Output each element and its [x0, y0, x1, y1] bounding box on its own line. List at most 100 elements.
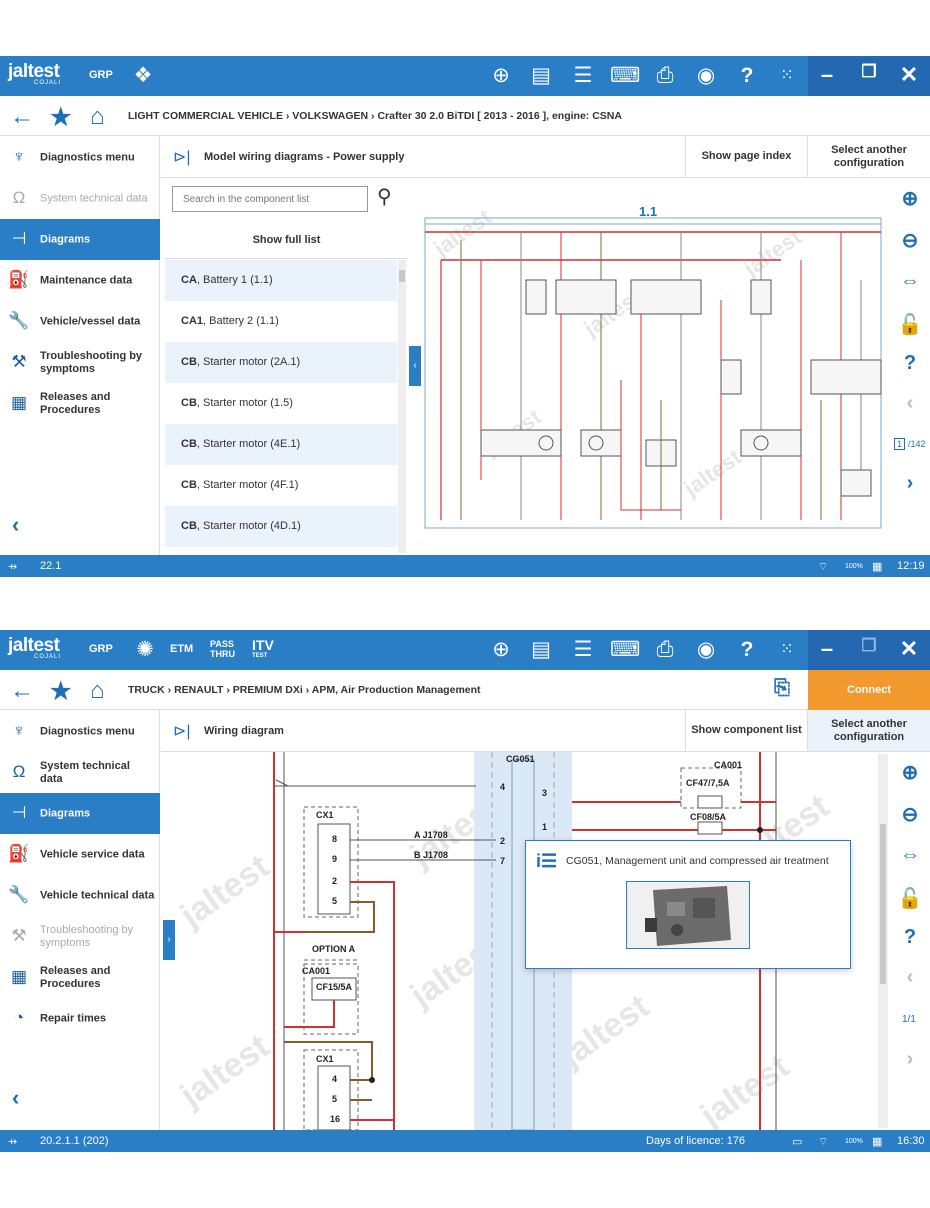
help-icon[interactable]: ?: [732, 63, 762, 89]
sidebar-item-troubleshooting[interactable]: ⚒ Troubleshooting by symptoms: [0, 342, 160, 383]
sidebar-item-system-technical-data[interactable]: Ω System technical data: [0, 752, 160, 793]
list-item[interactable]: CA1, Battery 2 (1.1): [165, 301, 397, 342]
collapse-sidebar-chevron-icon[interactable]: ‹: [12, 512, 19, 538]
sidebar-item-releases[interactable]: ▦ Releases and Procedures: [0, 383, 160, 424]
sidebar-item-releases[interactable]: ▦ Releases and Procedures: [0, 957, 160, 998]
list-scrollbar[interactable]: [398, 260, 406, 553]
itv-label[interactable]: ITV TEST: [252, 637, 274, 659]
keyboard-icon[interactable]: ⌨: [610, 637, 640, 663]
unlock-icon[interactable]: 🔓: [890, 886, 930, 911]
document-search-icon[interactable]: ▤: [526, 637, 556, 663]
next-page-icon[interactable]: ›: [890, 472, 930, 495]
close-button[interactable]: ✕: [894, 62, 924, 88]
label-ca001-top[interactable]: CA001: [714, 760, 742, 770]
diagram-scrollbar[interactable]: [878, 754, 888, 1128]
grp-label[interactable]: GRP: [89, 69, 113, 81]
zoom-out-icon[interactable]: ⊖: [890, 802, 930, 827]
list-item[interactable]: CB, Starter motor (4F.1): [165, 465, 397, 506]
fit-page-icon[interactable]: ⇔: [890, 270, 930, 293]
sidebar-item-system-technical-data[interactable]: Ω System technical data: [0, 178, 160, 219]
camera-icon[interactable]: ◉: [691, 637, 721, 663]
connector-icon[interactable]: ⎘: [774, 677, 790, 700]
zoom-out-icon[interactable]: ⊖: [890, 228, 930, 253]
select-configuration-button[interactable]: Select another configuration: [807, 136, 930, 177]
restore-button[interactable]: ❐: [854, 62, 884, 82]
sidebar-item-vehicle-data[interactable]: 🔧 Vehicle/vessel data: [0, 301, 160, 342]
printer-icon[interactable]: ⎙: [650, 637, 680, 663]
label-cx1-top[interactable]: CX1: [316, 810, 334, 820]
grp-label[interactable]: GRP: [89, 643, 113, 655]
list-icon[interactable]: ☰: [568, 637, 598, 663]
show-component-list-button[interactable]: Show component list: [685, 710, 807, 751]
restore-button[interactable]: ❐: [854, 636, 884, 656]
next-page-icon[interactable]: ›: [890, 1048, 930, 1071]
back-arrow-icon[interactable]: ←: [10, 103, 34, 131]
pass-thru-label[interactable]: PASS THRU: [210, 639, 235, 659]
etm-label[interactable]: ETM: [170, 643, 193, 655]
fit-page-icon[interactable]: ⇔: [890, 844, 930, 867]
sidebar-item-service-data[interactable]: ⛽ Vehicle service data: [0, 834, 160, 875]
sidebar-item-diagrams[interactable]: ⊣ Diagrams: [0, 793, 160, 834]
zoom-in-icon[interactable]: ⊕: [890, 186, 930, 211]
list-item[interactable]: CA, Battery 1 (1.1): [165, 260, 397, 301]
expand-list-tab[interactable]: ›: [163, 920, 175, 960]
collapse-sidebar-chevron-icon[interactable]: ‹: [12, 1085, 19, 1111]
sidebar-item-troubleshooting[interactable]: ⚒ Troubleshooting by symptoms: [0, 916, 160, 957]
zoom-in-icon[interactable]: ⊕: [890, 760, 930, 785]
minimize-button[interactable]: –: [812, 636, 842, 662]
close-button[interactable]: ✕: [894, 636, 924, 662]
document-search-icon[interactable]: ▤: [526, 63, 556, 89]
select-configuration-button[interactable]: Select another configuration: [807, 710, 930, 751]
printer-icon[interactable]: ⎙: [650, 63, 680, 89]
collapse-list-tab[interactable]: ‹: [409, 346, 421, 386]
label-cg051[interactable]: CG051: [506, 754, 535, 764]
search-input[interactable]: Search in the component list: [172, 186, 368, 212]
network-icon[interactable]: ✺: [130, 637, 160, 663]
sidebar-item-diagrams[interactable]: ⊣ Diagrams: [0, 219, 160, 260]
label-a-j1708[interactable]: A J1708: [414, 830, 448, 840]
list-item[interactable]: CB, Starter motor (1.5): [165, 383, 397, 424]
sidebar-item-maintenance[interactable]: ⛽ Maintenance data: [0, 260, 160, 301]
unlock-icon[interactable]: 🔓: [890, 312, 930, 337]
favorite-star-icon[interactable]: ★: [50, 103, 72, 132]
help-search-icon[interactable]: ?: [890, 352, 930, 375]
sidebar-item-repair-times[interactable]: ◔ Repair times: [0, 998, 160, 1039]
help-icon[interactable]: ?: [732, 637, 762, 663]
search-icon[interactable]: ⚲: [377, 184, 392, 209]
label-ca001-mid[interactable]: CA001: [302, 966, 330, 976]
grid-icon[interactable]: ⁙: [772, 63, 802, 89]
show-page-index-button[interactable]: Show page index: [685, 136, 807, 177]
grid-icon[interactable]: ⁙: [772, 637, 802, 663]
back-arrow-icon[interactable]: ←: [10, 677, 34, 705]
list-item[interactable]: CB, Starter motor (4D.1): [165, 506, 397, 547]
globe-icon[interactable]: ⊕: [486, 63, 516, 89]
favorite-star-icon[interactable]: ★: [50, 677, 72, 706]
globe-icon[interactable]: ⊕: [486, 637, 516, 663]
connect-button[interactable]: Connect: [808, 670, 930, 710]
page-current[interactable]: 1: [894, 438, 906, 450]
label-cx1-bottom[interactable]: CX1: [316, 1054, 334, 1064]
label-cf15[interactable]: CF15/5A: [316, 982, 352, 992]
home-icon[interactable]: ⌂: [90, 103, 105, 131]
breadcrumb[interactable]: TRUCK › RENAULT › PREMIUM DXi › APM, Air…: [128, 684, 481, 696]
list-item[interactable]: CB, Starter motor (4E.1): [165, 424, 397, 465]
label-cf47[interactable]: CF47/7,5A: [686, 778, 730, 788]
camera-icon[interactable]: ◉: [691, 63, 721, 89]
breadcrumb[interactable]: LIGHT COMMERCIAL VEHICLE › VOLKSWAGEN › …: [128, 110, 622, 122]
keyboard-icon[interactable]: ⌨: [610, 63, 640, 89]
home-icon[interactable]: ⌂: [90, 677, 105, 705]
sidebar-item-vehicle-technical-data[interactable]: 🔧 Vehicle technical data: [0, 875, 160, 916]
minimize-button[interactable]: –: [812, 62, 842, 88]
list-icon[interactable]: ☰: [568, 63, 598, 89]
previous-page-icon[interactable]: ‹: [890, 966, 930, 989]
component-tooltip[interactable]: i☰ CG051, Management unit and compressed…: [525, 840, 851, 969]
wiring-diagram[interactable]: jaltest jaltest jaltest jaltest jaltest: [421, 180, 888, 555]
label-cf08[interactable]: CF08/5A: [690, 812, 726, 822]
show-full-list-button[interactable]: Show full list: [165, 222, 408, 259]
label-option-a[interactable]: OPTION A: [312, 944, 355, 954]
help-search-icon[interactable]: ?: [890, 926, 930, 949]
label-b-j1708[interactable]: B J1708: [414, 850, 448, 860]
list-item[interactable]: CB, Starter motor (2A.1): [165, 342, 397, 383]
cubes-icon[interactable]: ❖: [128, 63, 158, 89]
sidebar-item-diagnostics[interactable]: ♆ Diagnostics menu: [0, 711, 160, 752]
